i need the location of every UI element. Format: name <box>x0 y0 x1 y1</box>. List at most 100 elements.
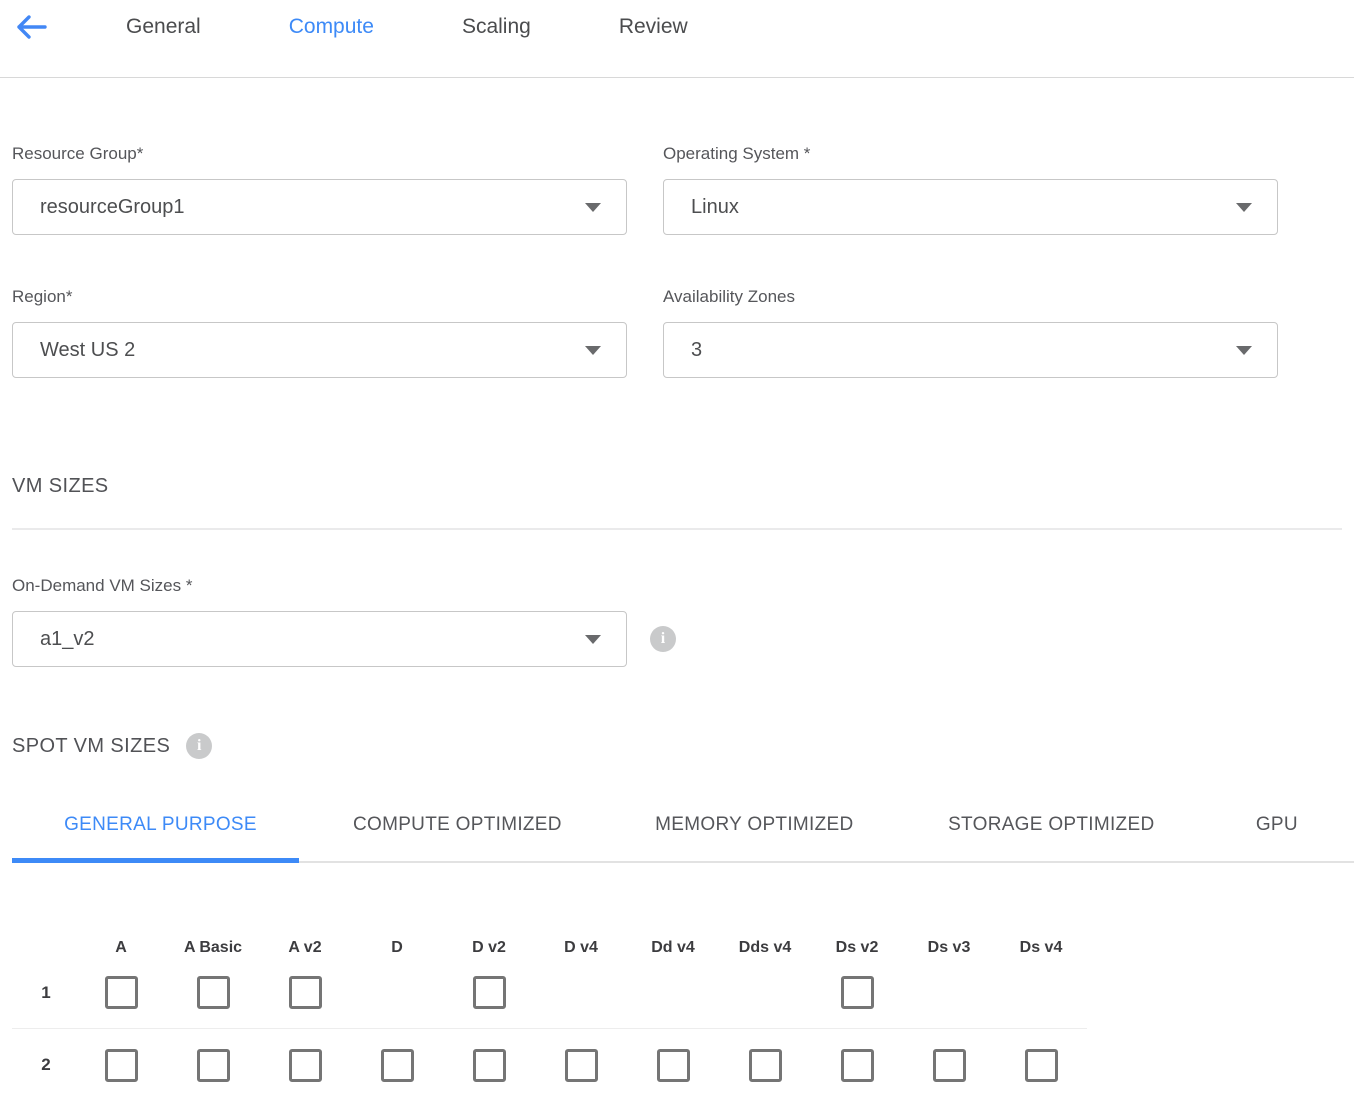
table-cell <box>167 957 259 1029</box>
on-demand-vm-sizes-label: On-Demand VM Sizes * <box>12 576 1342 596</box>
table-cell <box>811 1029 903 1101</box>
compute-step-content: Resource Group* resourceGroup1 Operating… <box>0 144 1354 1101</box>
resource-group-field: Resource Group* resourceGroup1 <box>12 144 627 235</box>
form-row: Resource Group* resourceGroup1 Operating… <box>12 144 1342 235</box>
spot-tab-memory-optimized[interactable]: MEMORY OPTIMIZED <box>606 805 903 863</box>
vm-size-checkbox-a-row1[interactable] <box>105 976 138 1009</box>
wizard-tab-scaling[interactable]: Scaling <box>462 13 531 41</box>
vm-size-checkbox-ds-v2-row2[interactable] <box>841 1049 874 1082</box>
dropdown-caret-icon <box>585 346 601 355</box>
region-label: Region* <box>12 287 627 307</box>
availability-zones-field: Availability Zones 3 <box>663 287 1278 378</box>
operating-system-value: Linux <box>691 196 739 219</box>
vm-column-header-ds-v2: Ds v2 <box>811 927 903 957</box>
table-cell <box>443 957 535 1029</box>
table-cell <box>75 1029 167 1101</box>
table-cell-empty <box>535 957 627 1029</box>
vm-column-header-a: A <box>75 927 167 957</box>
vm-column-header-a-v2: A v2 <box>259 927 351 957</box>
dropdown-caret-icon <box>585 635 601 644</box>
spot-tab-gpu[interactable]: GPU <box>1200 805 1354 863</box>
table-cell <box>995 1029 1087 1101</box>
operating-system-select[interactable]: Linux <box>663 179 1278 235</box>
wizard-nav: General Compute Scaling Review <box>0 0 1354 78</box>
vm-size-checkbox-d-v2-row2[interactable] <box>473 1049 506 1082</box>
availability-zones-value: 3 <box>691 339 702 362</box>
vm-size-checkbox-a-basic-row1[interactable] <box>197 976 230 1009</box>
vm-column-header-d-v2: D v2 <box>443 927 535 957</box>
vm-column-header-dd-v4: Dd v4 <box>627 927 719 957</box>
table-cell <box>443 1029 535 1101</box>
row-label-1: 1 <box>12 957 75 1029</box>
spot-tab-compute-optimized[interactable]: COMPUTE OPTIMIZED <box>309 805 606 863</box>
table-cell <box>259 1029 351 1101</box>
vm-size-checkbox-a-v2-row1[interactable] <box>289 976 322 1009</box>
spot-tab-general-purpose[interactable]: GENERAL PURPOSE <box>12 805 309 863</box>
vm-size-checkbox-a-basic-row2[interactable] <box>197 1049 230 1082</box>
on-demand-vm-sizes-field: On-Demand VM Sizes * a1_v2 i <box>12 576 1342 667</box>
back-arrow-icon <box>15 13 47 41</box>
spot-tab-bar: GENERAL PURPOSECOMPUTE OPTIMIZEDMEMORY O… <box>12 805 1354 863</box>
info-icon[interactable]: i <box>650 626 676 652</box>
table-cell <box>627 1029 719 1101</box>
vm-size-checkbox-d-v4-row2[interactable] <box>565 1049 598 1082</box>
vm-column-header-dds-v4: Dds v4 <box>719 927 811 957</box>
table-cell-empty <box>627 957 719 1029</box>
wizard-tab-general[interactable]: General <box>126 13 201 41</box>
table-cell <box>719 1029 811 1101</box>
vm-size-checkbox-dd-v4-row2[interactable] <box>657 1049 690 1082</box>
vm-size-checkbox-d-v2-row1[interactable] <box>473 976 506 1009</box>
region-field: Region* West US 2 <box>12 287 627 378</box>
operating-system-field: Operating System * Linux <box>663 144 1278 235</box>
vm-size-table: AA BasicA v2DD v2D v4Dd v4Dds v4Ds v2Ds … <box>12 927 1342 1101</box>
table-cell <box>259 957 351 1029</box>
wizard-tab-compute[interactable]: Compute <box>289 13 374 41</box>
spot-vm-sizes-header: SPOT VM SIZES i <box>12 733 1342 759</box>
vm-column-header-d: D <box>351 927 443 957</box>
resource-group-value: resourceGroup1 <box>40 196 185 219</box>
row-label-2: 2 <box>12 1029 75 1101</box>
section-divider <box>12 528 1342 530</box>
table-cell <box>903 1029 995 1101</box>
table-cell <box>351 1029 443 1101</box>
wizard-tab-bar: General Compute Scaling Review <box>126 13 688 41</box>
table-cell-empty <box>351 957 443 1029</box>
info-icon[interactable]: i <box>186 733 212 759</box>
availability-zones-label: Availability Zones <box>663 287 1278 307</box>
vm-size-checkbox-ds-v2-row1[interactable] <box>841 976 874 1009</box>
vm-column-header-ds-v3: Ds v3 <box>903 927 995 957</box>
resource-group-select[interactable]: resourceGroup1 <box>12 179 627 235</box>
vm-size-checkbox-dds-v4-row2[interactable] <box>749 1049 782 1082</box>
table-cell-empty <box>903 957 995 1029</box>
table-cell <box>811 957 903 1029</box>
region-select[interactable]: West US 2 <box>12 322 627 378</box>
vm-column-header-ds-v4: Ds v4 <box>995 927 1087 957</box>
table-cell-empty <box>719 957 811 1029</box>
vm-size-checkbox-ds-v4-row2[interactable] <box>1025 1049 1058 1082</box>
table-cell-empty <box>995 957 1087 1029</box>
operating-system-label: Operating System * <box>663 144 1278 164</box>
back-button[interactable] <box>15 13 47 43</box>
vm-size-checkbox-d-row2[interactable] <box>381 1049 414 1082</box>
vm-sizes-section-title: VM SIZES <box>12 474 1342 498</box>
region-value: West US 2 <box>40 339 135 362</box>
resource-group-label: Resource Group* <box>12 144 627 164</box>
table-corner-cell <box>12 927 75 957</box>
dropdown-caret-icon <box>1236 203 1252 212</box>
spot-tab-storage-optimized[interactable]: STORAGE OPTIMIZED <box>903 805 1200 863</box>
table-cell <box>75 957 167 1029</box>
spot-vm-sizes-section-title: SPOT VM SIZES <box>12 734 170 758</box>
dropdown-caret-icon <box>585 203 601 212</box>
vm-column-header-a-basic: A Basic <box>167 927 259 957</box>
on-demand-vm-sizes-value: a1_v2 <box>40 628 95 651</box>
table-cell <box>535 1029 627 1101</box>
wizard-tab-review[interactable]: Review <box>619 13 688 41</box>
on-demand-vm-sizes-select[interactable]: a1_v2 <box>12 611 627 667</box>
vm-size-checkbox-a-v2-row2[interactable] <box>289 1049 322 1082</box>
vm-column-header-d-v4: D v4 <box>535 927 627 957</box>
dropdown-caret-icon <box>1236 346 1252 355</box>
table-cell <box>167 1029 259 1101</box>
vm-size-checkbox-ds-v3-row2[interactable] <box>933 1049 966 1082</box>
vm-size-checkbox-a-row2[interactable] <box>105 1049 138 1082</box>
availability-zones-select[interactable]: 3 <box>663 322 1278 378</box>
